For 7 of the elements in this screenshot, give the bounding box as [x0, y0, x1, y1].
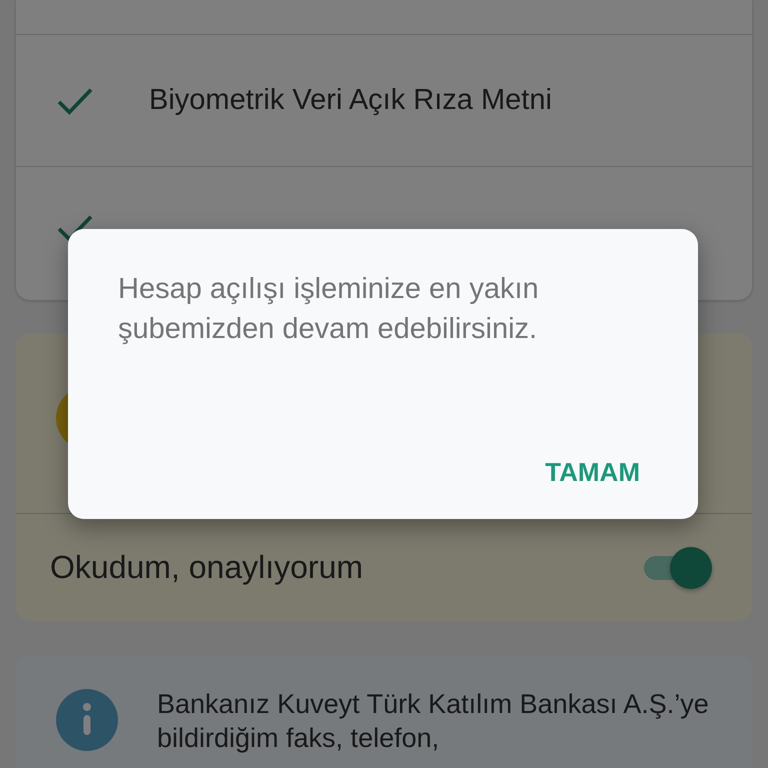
info-icon: [56, 689, 118, 751]
document-link[interactable]: Biyometrik Veri Açık Rıza Metni: [149, 84, 552, 117]
approval-toggle[interactable]: [642, 546, 712, 588]
ok-button[interactable]: TAMAM: [535, 447, 650, 498]
info-text: Bankanız Kuveyt Türk Katılım Bankası A.Ş.’ye bildirdiğim faks, telefon,: [157, 688, 710, 755]
approval-label: Okudum, onaylıyorum: [50, 549, 364, 586]
dialog-message: Hesap açılışı işleminize en yakın şubemizden devam edebilirsiniz.: [118, 272, 540, 347]
